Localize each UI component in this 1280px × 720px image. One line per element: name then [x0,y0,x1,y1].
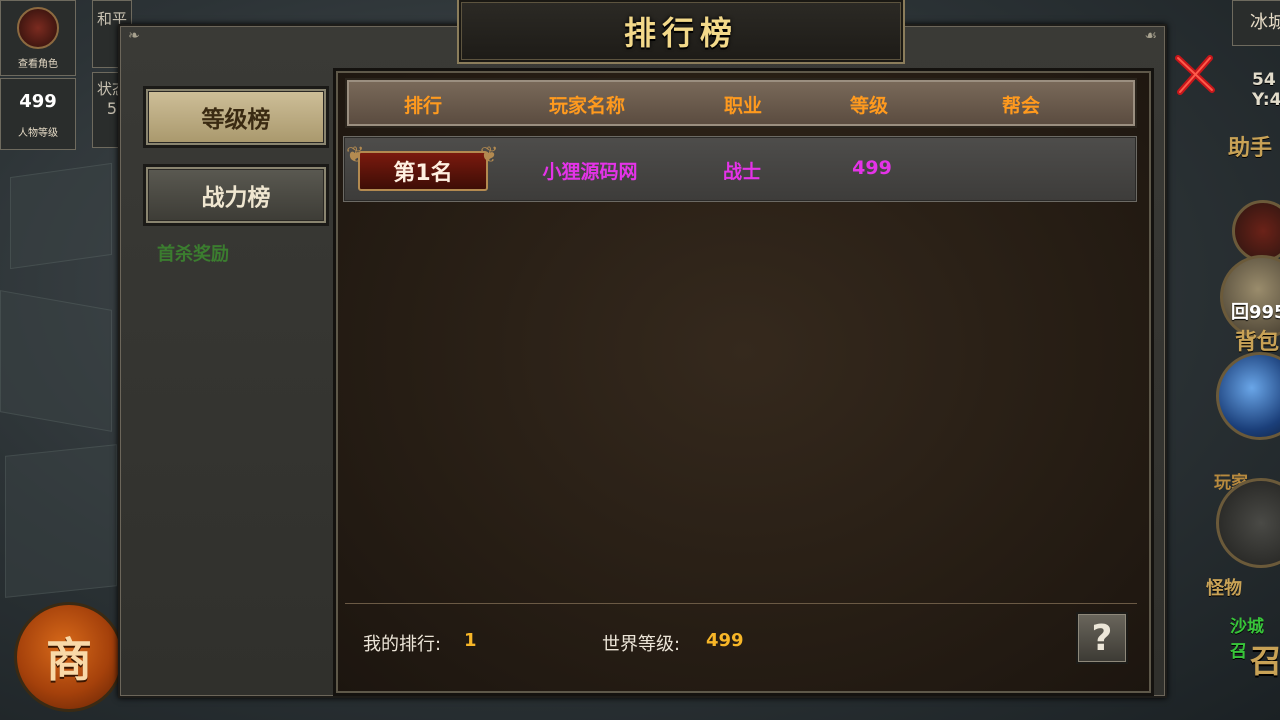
skill-icon[interactable] [1216,352,1280,440]
ranking-table-header: 排行 玩家名称 职业 等级 帮会 [345,78,1137,128]
question-icon: ? [1091,617,1113,659]
left-hud: 查看角色 和平 499 人物等级 状态 5 [0,0,134,150]
column-header-rank: 排行 [403,95,443,117]
column-header-player-name: 玩家名称 [548,95,626,117]
corner-ornament-icon: ❧ [128,28,140,44]
right-hud: 冰城 54 Y:48 助手 回995 背包 玩家 怪物 沙城召 召 [1162,0,1280,720]
tab-level-ranking[interactable]: 等级榜 [143,86,329,148]
close-button[interactable] [1172,52,1218,98]
corner-ornament-icon: ☙ [1144,28,1157,44]
column-header-guild: 帮会 [1001,95,1041,117]
my-rank-value: 1 [464,630,477,651]
battle-emblem-icon[interactable] [1232,200,1280,262]
world-level-value: 499 [706,630,744,651]
role-portrait-icon [17,7,59,49]
help-button[interactable]: ? [1076,612,1128,664]
badge-wing-right-icon: ❦ [480,143,499,168]
map-name-button[interactable]: 冰城 [1232,0,1280,46]
player-name: 小狸源码网 [542,161,638,183]
rank-badge: 第1名 [358,151,488,191]
recall-label: 回 [1231,302,1249,323]
backpack-count: 995 [1249,302,1280,323]
assistant-button[interactable]: 助手 [1228,130,1280,186]
backpack-button[interactable]: 回995 背包 [1220,255,1280,355]
coords-readout: 54 Y:48 [1252,70,1280,110]
panel-title-plate: 排行榜 [457,0,905,64]
tab-power-ranking-label: 战力榜 [201,185,271,211]
shop-button[interactable]: 商 [14,602,124,712]
tab-level-ranking-label: 等级榜 [201,107,271,133]
char-level-label: 人物等级 [18,128,58,139]
my-rank-label: 我的排行: [363,634,442,655]
shop-label: 商 [46,633,92,687]
panel-title: 排行榜 [623,14,738,52]
footer-divider [345,603,1137,604]
map-name-label: 冰城 [1250,12,1280,33]
close-icon [1175,55,1215,95]
table-row[interactable]: ❦ 第1名 ❦ 小狸源码网 战士 499 [343,136,1137,202]
column-header-level: 等级 [849,95,889,117]
world-level-label: 世界等级: [602,634,681,655]
rank-label: 第1名 [393,161,453,186]
player-level: 499 [852,157,892,179]
char-level-value: 499 [19,91,57,112]
summon-label[interactable]: 召 [1250,636,1280,682]
tab-power-ranking[interactable]: 战力榜 [143,164,329,226]
player-profession: 战士 [722,161,762,183]
first-kill-reward-link[interactable]: 首杀奖励 [157,240,229,266]
assistant-label: 助手 [1228,136,1273,161]
view-role-button[interactable]: 查看角色 [0,0,76,76]
char-level-button[interactable]: 499 人物等级 [0,78,76,150]
column-header-profession: 职业 [723,95,763,117]
view-role-label: 查看角色 [18,59,58,70]
monster-label: 怪物 [1206,578,1242,599]
